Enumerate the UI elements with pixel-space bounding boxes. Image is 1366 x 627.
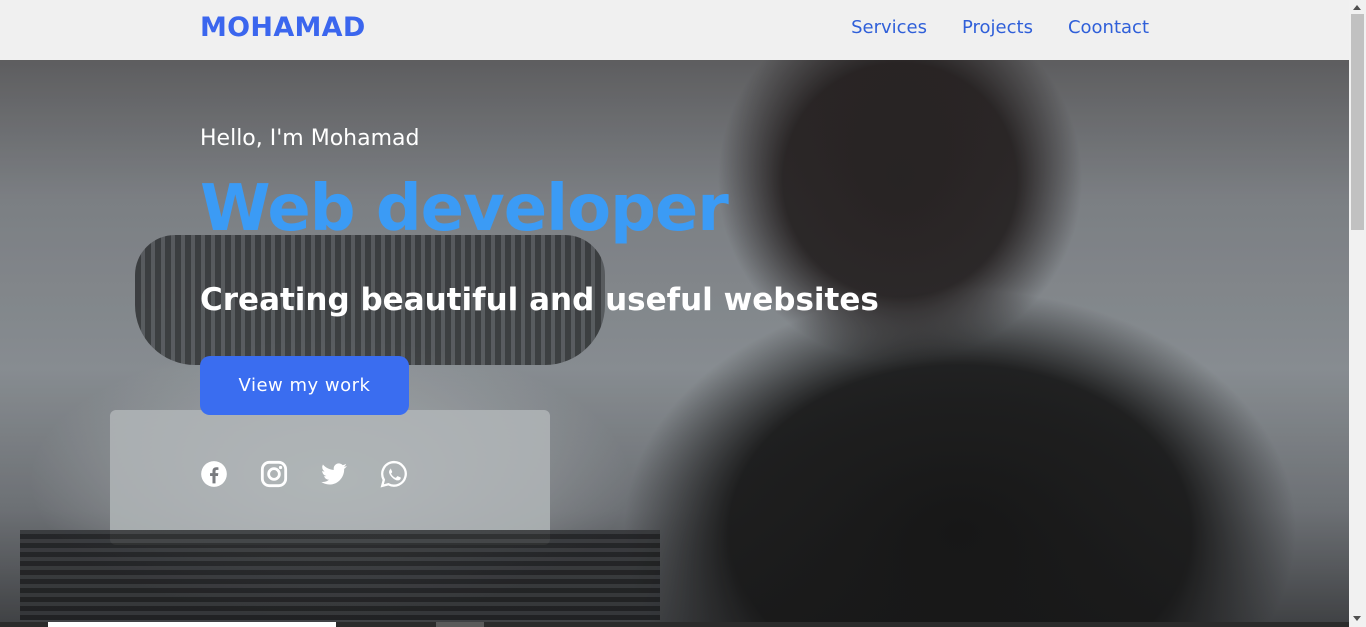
bottom-strip-segment [436, 622, 484, 627]
twitter-icon[interactable] [320, 460, 348, 488]
nav-links: Services Projects Coontact [851, 17, 1149, 38]
whatsapp-icon[interactable] [380, 460, 408, 488]
hero-greeting: Hello, I'm Mohamad [200, 126, 420, 151]
hero-tagline: Creating beautiful and useful websites [200, 282, 879, 318]
bottom-strip-highlight [48, 622, 336, 627]
bottom-strip [0, 622, 1349, 627]
vertical-scrollbar[interactable] [1349, 0, 1366, 627]
site-logo[interactable]: MOHAMAD [200, 12, 366, 43]
instagram-icon[interactable] [260, 460, 288, 488]
nav-link-contact[interactable]: Coontact [1068, 17, 1149, 38]
scroll-up-arrow-icon[interactable] [1353, 5, 1361, 10]
nav-link-services[interactable]: Services [851, 17, 927, 38]
scroll-down-arrow-icon[interactable] [1353, 616, 1361, 621]
social-links [200, 460, 408, 488]
nav-link-projects[interactable]: Projects [962, 17, 1033, 38]
view-work-button[interactable]: View my work [200, 356, 409, 415]
navbar: MOHAMAD Services Projects Coontact [0, 0, 1349, 60]
hero-role-title: Web developer [200, 172, 729, 246]
facebook-icon[interactable] [200, 460, 228, 488]
scrollbar-thumb[interactable] [1351, 14, 1364, 230]
